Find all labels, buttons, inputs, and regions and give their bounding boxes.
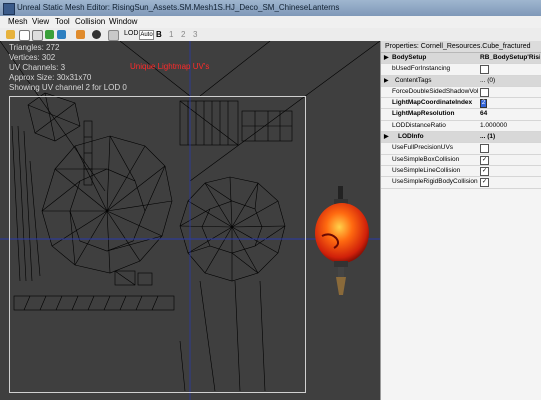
prop-row-usesimplerigidbodycollision[interactable]: UseSimpleRigidBodyCollision ✓ bbox=[381, 177, 541, 189]
prop-row-lightmapresolution[interactable]: LightMapResolution 64 bbox=[381, 109, 541, 121]
bounds-icon[interactable] bbox=[32, 30, 43, 41]
expand-arrow-icon[interactable]: ▶ bbox=[384, 77, 389, 84]
properties-list: ▶ BodySetup RB_BodySetup'Risin bUsedForI… bbox=[381, 53, 541, 189]
lod-2-button[interactable]: 2 bbox=[181, 30, 185, 39]
prop-row-usedforinstancing[interactable]: bUsedForInstancing bbox=[381, 64, 541, 76]
checkbox[interactable] bbox=[480, 144, 489, 154]
checkbox[interactable] bbox=[480, 65, 489, 75]
stat-uv-showing: Showing UV channel 2 for LOD 0 bbox=[9, 83, 127, 92]
pencil-icon[interactable] bbox=[6, 30, 15, 39]
uv-overlay-title: Unique Lightmap UV's bbox=[130, 62, 210, 71]
wireframe-icon[interactable] bbox=[19, 30, 30, 41]
lantern-preview-image bbox=[315, 186, 369, 295]
checkbox[interactable]: ✓ bbox=[480, 178, 489, 188]
menu-tool[interactable]: Tool bbox=[55, 17, 70, 26]
normals-icon[interactable] bbox=[57, 30, 66, 39]
prop-row-bodysetup[interactable]: ▶ BodySetup RB_BodySetup'Risin bbox=[381, 53, 541, 65]
stat-triangles: Triangles: 272 bbox=[9, 43, 60, 52]
prop-row-lightmapcoordinateindex[interactable]: LightMapCoordinateIndex 2 bbox=[381, 98, 541, 110]
stat-vertices: Vertices: 302 bbox=[9, 53, 56, 62]
settings-icon[interactable] bbox=[108, 30, 119, 41]
lod-label: LOD: bbox=[124, 30, 141, 37]
mesh-stats: Triangles: 272 Vertices: 302 UV Channels… bbox=[9, 43, 127, 93]
checkbox[interactable] bbox=[480, 87, 489, 97]
camera-icon[interactable] bbox=[92, 30, 101, 39]
lod-1-button[interactable]: 1 bbox=[169, 30, 173, 39]
value-edit-field[interactable]: 2 bbox=[480, 99, 487, 109]
stat-uv-channels: UV Channels: 3 bbox=[9, 63, 66, 72]
collision-icon[interactable] bbox=[45, 30, 54, 39]
uv-viewport[interactable]: Triangles: 272 Vertices: 302 UV Channels… bbox=[0, 41, 380, 400]
prop-row-usesimpleboxcollision[interactable]: UseSimpleBoxCollision ✓ bbox=[381, 155, 541, 166]
lod-auto-button[interactable]: Auto bbox=[139, 30, 154, 40]
properties-header: Properties: Cornell_Resources.Cube_fract… bbox=[381, 41, 541, 53]
menu-collision[interactable]: Collision bbox=[75, 17, 105, 26]
prop-row-contenttags[interactable]: ▶ ContentTags ... (0) bbox=[381, 75, 541, 87]
menu-window[interactable]: Window bbox=[109, 17, 137, 26]
checkbox[interactable]: ✓ bbox=[480, 155, 489, 165]
prop-row-usesimplelinecollision[interactable]: UseSimpleLineCollision ✓ bbox=[381, 166, 541, 178]
checkbox[interactable]: ✓ bbox=[480, 166, 489, 176]
lod-base-button[interactable]: B bbox=[156, 30, 162, 39]
title-bar: Unreal Static Mesh Editor: RisingSun_Ass… bbox=[0, 0, 541, 17]
prop-row-lodinfo[interactable]: ▶ LODInfo ... (1) bbox=[381, 132, 541, 144]
menu-view[interactable]: View bbox=[32, 17, 49, 26]
prop-row-usefullprecisionuvs[interactable]: UseFullPrecisionUVs bbox=[381, 143, 541, 155]
menu-mesh[interactable]: Mesh bbox=[8, 17, 28, 26]
properties-panel: Properties: Cornell_Resources.Cube_fract… bbox=[380, 41, 541, 400]
uv-bounds-frame bbox=[9, 96, 306, 393]
window-title: Unreal Static Mesh Editor: RisingSun_Ass… bbox=[17, 3, 340, 12]
expand-arrow-icon[interactable]: ▶ bbox=[384, 133, 389, 140]
expand-arrow-icon[interactable]: ▶ bbox=[384, 54, 389, 61]
app-icon bbox=[3, 3, 15, 15]
lod-3-button[interactable]: 3 bbox=[193, 30, 197, 39]
lock-icon[interactable] bbox=[76, 30, 85, 39]
prop-row-forcedoublesided[interactable]: ForceDoubleSidedShadowVolume bbox=[381, 87, 541, 99]
prop-row-loddistanceratio[interactable]: LODDistanceRatio 1.000000 bbox=[381, 121, 541, 133]
stat-approx-size: Approx Size: 30x31x70 bbox=[9, 73, 92, 82]
toolbar: LOD: Auto B 1 2 3 bbox=[0, 28, 541, 42]
